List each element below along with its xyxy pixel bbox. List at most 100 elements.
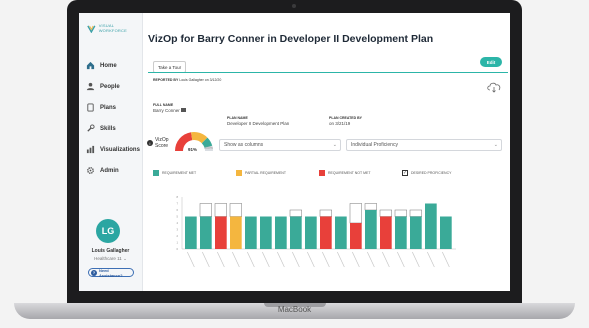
chevron-down-icon: ⌄ — [123, 256, 127, 261]
y-tick-label: 7 — [177, 202, 179, 206]
x-tick-label — [232, 251, 240, 268]
x-tick-label — [277, 251, 285, 268]
sidebar-item-label: Plans — [100, 104, 117, 111]
x-tick-label — [427, 251, 435, 268]
chevron-down-icon: ⌄ — [332, 142, 337, 148]
chevron-down-icon: ⌄ — [493, 142, 498, 148]
bar — [380, 216, 392, 249]
desired-outline — [364, 203, 377, 211]
bar — [350, 223, 362, 249]
sidebar-item-label: Visualizations — [100, 146, 140, 153]
columns-select[interactable]: Show as columns ⌄ — [219, 139, 341, 151]
logo[interactable]: VISUAL WORKFORCE — [87, 23, 142, 33]
y-tick-label: 3 — [177, 228, 179, 232]
page-title: VizOp for Barry Conner in Developer II D… — [148, 33, 434, 45]
legend-label: PARTIAL REQUIREMENT — [245, 171, 286, 175]
bar — [395, 216, 407, 249]
x-tick-label — [352, 251, 360, 268]
user-role: Healthcare 11 — [94, 256, 122, 261]
sidebar-item-skills[interactable]: Skills — [86, 118, 140, 139]
y-tick-label: 6 — [177, 208, 179, 212]
bar — [245, 216, 257, 249]
desired-outline — [409, 209, 422, 217]
sidebar-item-label: Skills — [100, 125, 116, 132]
plan-name-value: Developer II Development Plan — [227, 121, 290, 126]
bar — [365, 210, 377, 249]
x-tick-label — [397, 251, 405, 268]
user-name: Louis Gallagher — [91, 248, 130, 254]
sidebar-nav: Home People Plans Skills Visualizations … — [86, 55, 140, 181]
clipboard-icon — [86, 103, 95, 112]
desired-outline — [379, 209, 392, 217]
plan-created-value: on 3/21/19 — [329, 121, 351, 126]
bar — [230, 216, 242, 249]
sidebar-item-label: Admin — [100, 167, 119, 174]
x-tick-label — [202, 251, 210, 268]
plan-created-field: PLAN CREATED BY on 3/21/19 — [329, 116, 362, 126]
bar — [215, 216, 227, 249]
legend-swatch — [319, 170, 325, 176]
assist-label: Need Assistance? — [98, 267, 123, 278]
reported-by-label: REPORTED BY — [153, 78, 179, 82]
need-assistance-button[interactable]: ? Need Assistance? — [88, 267, 134, 278]
desired-outline — [349, 203, 362, 224]
user-role-select[interactable]: Healthcare 11 ⌄ — [79, 256, 142, 262]
gauge-segment — [191, 132, 208, 144]
sidebar-item-home[interactable]: Home — [86, 55, 140, 76]
sidebar-item-label: Home — [100, 62, 117, 69]
x-tick-label — [307, 251, 315, 268]
x-tick-label — [382, 251, 390, 268]
sidebar-item-label: People — [100, 83, 120, 90]
y-tick-label: 5 — [177, 215, 179, 219]
legend-item-met: REQUIREMENT MET — [153, 170, 196, 176]
legend-swatch — [236, 170, 242, 176]
plan-name-label: PLAN NAME — [227, 116, 248, 120]
desired-outline — [199, 203, 212, 217]
proficiency-select[interactable]: Individual Proficiency ⌄ — [346, 139, 502, 151]
legend-item-notmet: REQUIREMENT NOT MET — [319, 170, 370, 176]
x-tick-label — [367, 251, 375, 268]
columns-select-value: Show as columns — [224, 142, 264, 148]
bar — [200, 216, 212, 249]
full-name-field: FULL NAME Barry Conner — [153, 103, 187, 113]
header-divider — [148, 72, 508, 73]
bar — [410, 216, 422, 249]
legend-label: REQUIREMENT NOT MET — [328, 171, 371, 175]
bar — [260, 216, 272, 249]
avatar[interactable]: LG — [96, 219, 120, 243]
wrench-icon — [86, 124, 95, 133]
sidebar-item-plans[interactable]: Plans — [86, 97, 140, 118]
x-tick-label — [322, 251, 330, 268]
legend-item-desired[interactable]: ✓ DESIRED PROFICIENCY — [402, 170, 451, 176]
logo-icon — [87, 25, 96, 33]
x-tick-label — [262, 251, 270, 268]
sidebar: VISUAL WORKFORCE Home People Plans Skill… — [79, 13, 143, 291]
vizop-gauge-caption: 100% — [204, 146, 213, 150]
sidebar-item-admin[interactable]: Admin — [86, 160, 140, 181]
x-tick-label — [247, 251, 255, 268]
x-tick-label — [412, 251, 420, 268]
id-card-icon — [181, 108, 187, 112]
sidebar-item-people[interactable]: People — [86, 76, 140, 97]
bar — [275, 216, 287, 249]
y-tick-label: 2 — [177, 234, 179, 238]
proficiency-bar-chart: 0 1 2 3 4 5 6 7 8 — [177, 195, 456, 268]
checkbox-icon: ✓ — [402, 170, 408, 176]
bar — [440, 216, 452, 249]
y-tick-label: 0 — [177, 247, 179, 251]
sidebar-item-visualizations[interactable]: Visualizations — [86, 139, 140, 160]
bar — [185, 216, 197, 249]
home-icon — [86, 61, 95, 70]
desired-outline — [229, 203, 242, 217]
y-tick-label: 8 — [177, 195, 179, 199]
bar — [290, 216, 302, 249]
vizop-score-label: i VizOp Score — [147, 137, 169, 149]
logo-text: VISUAL WORKFORCE — [98, 23, 127, 33]
full-name-value: Barry Conner — [153, 108, 187, 113]
reported-by: REPORTED BY Louis Gallagher on 3/12/20 — [153, 78, 221, 82]
legend-label: DESIRED PROFICIENCY — [411, 171, 452, 175]
edit-button[interactable]: Edit — [480, 57, 502, 67]
bar — [305, 216, 317, 249]
info-icon[interactable]: i — [147, 140, 153, 146]
cloud-download-icon[interactable] — [486, 81, 502, 93]
